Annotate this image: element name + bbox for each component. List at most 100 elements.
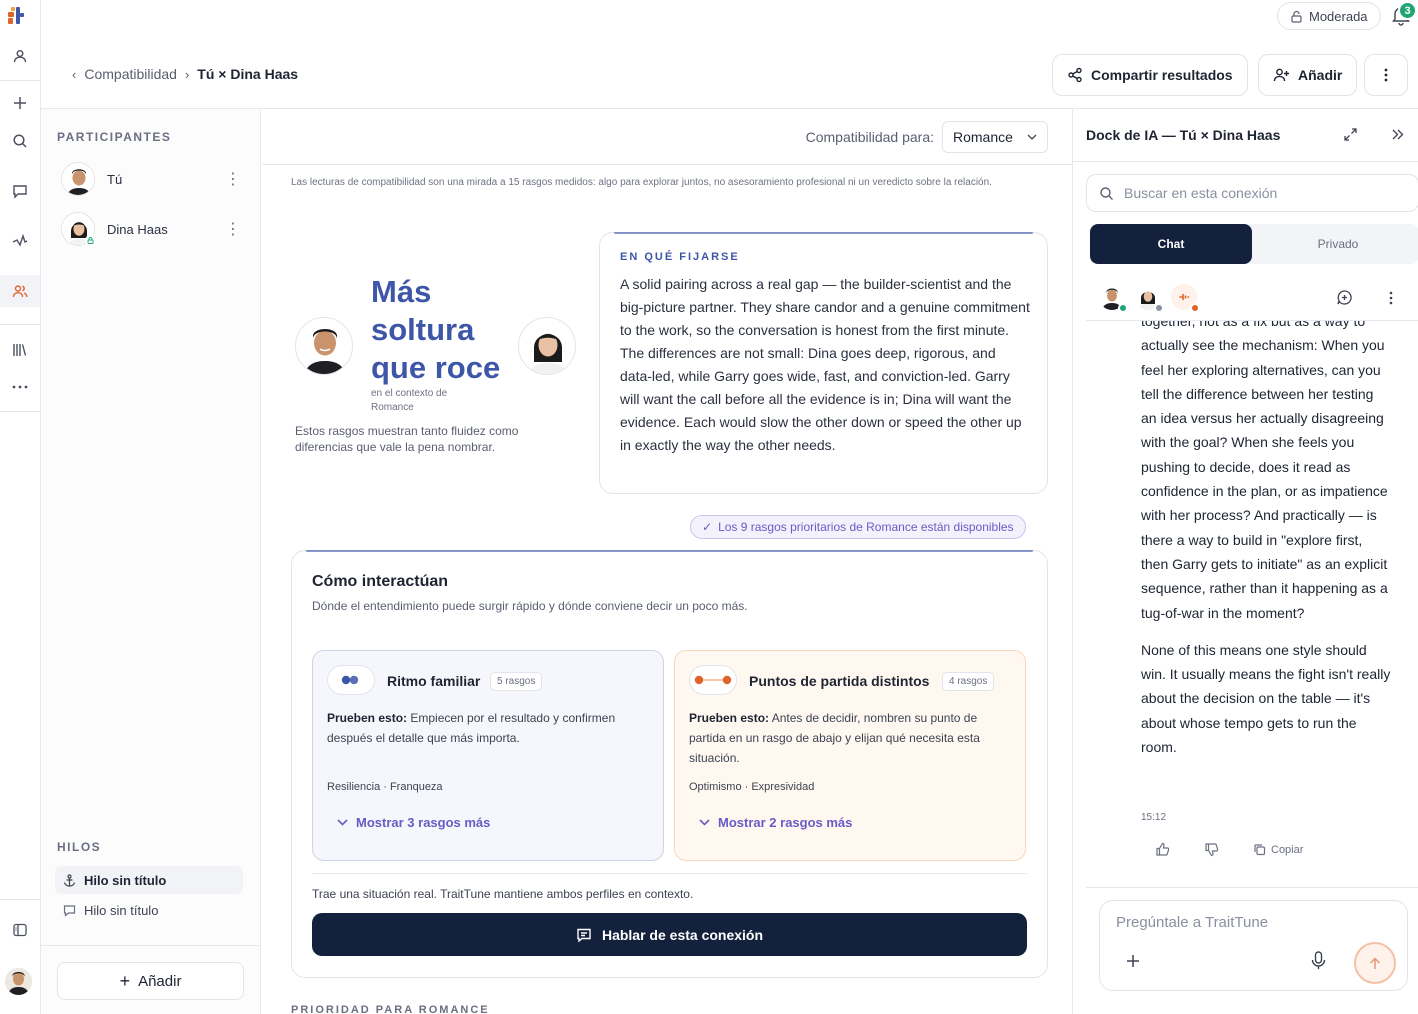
priority-chip-label: Los 9 rasgos prioritarios de Romance est… — [718, 520, 1014, 534]
moderation-label: Moderada — [1309, 8, 1368, 24]
card-traits: Optimismo · Expresividad — [689, 781, 815, 793]
try-label: Prueben esto: — [327, 711, 408, 725]
participant-row-you[interactable]: Tú ⋮ — [61, 162, 241, 196]
show-more-button[interactable]: Mostrar 3 rasgos más — [337, 815, 490, 830]
avatar-you — [295, 317, 353, 375]
add-thread-label: Añadir — [138, 972, 182, 990]
tab-private[interactable]: Privado — [1257, 224, 1418, 264]
new-icon[interactable] — [4, 87, 36, 119]
plus-icon: + — [119, 971, 131, 991]
more-icon[interactable] — [4, 371, 36, 403]
more-vertical-icon — [1384, 68, 1388, 82]
compat-context-value: Romance — [953, 129, 1013, 145]
card-badge: 4 rasgos — [942, 672, 995, 691]
thread-item[interactable]: Hilo sin título — [55, 896, 243, 924]
message-paragraph: together, not as a fix but as a way to a… — [1141, 321, 1388, 621]
chat-icon[interactable] — [4, 175, 36, 207]
sidebar-toggle-icon[interactable] — [4, 914, 36, 946]
avatar — [61, 162, 95, 196]
show-more-button[interactable]: Mostrar 2 rasgos más — [699, 815, 852, 830]
copy-button[interactable]: Copiar — [1253, 843, 1303, 856]
chat-scroll[interactable]: together, not as a fix but as a way to a… — [1073, 321, 1418, 887]
collapse-dock-icon[interactable] — [1392, 129, 1404, 140]
card-badge: 5 rasgos — [490, 672, 543, 691]
hero-context: en el contexto de Romance — [371, 388, 448, 413]
dock-composer[interactable]: Pregúntale a TraitTune — [1099, 900, 1408, 991]
card-traits: Resiliencia · Franqueza — [327, 781, 443, 793]
breadcrumb-parent[interactable]: Compatibilidad — [84, 66, 177, 82]
more-options-button[interactable] — [1364, 54, 1408, 96]
chevron-down-icon — [1027, 134, 1037, 140]
profile-icon[interactable] — [4, 40, 36, 72]
avatar-dina — [518, 317, 576, 375]
share-icon — [1068, 67, 1082, 83]
new-chat-icon[interactable] — [1336, 289, 1353, 306]
participants-heading: PARTICIPANTES — [57, 130, 172, 144]
arrow-up-icon — [1369, 956, 1381, 969]
chevron-down-icon — [699, 819, 710, 826]
pulse-icon[interactable] — [4, 225, 36, 257]
compat-context-select[interactable]: Romance — [942, 121, 1048, 153]
library-icon[interactable] — [4, 334, 36, 366]
more-vertical-icon[interactable] — [1389, 291, 1393, 305]
how-they-interact-card: Cómo interactúan Dónde el entendimiento … — [291, 550, 1048, 978]
app-rail — [0, 0, 41, 1014]
share-results-button[interactable]: Compartir resultados — [1052, 54, 1248, 96]
user-avatar[interactable] — [5, 968, 32, 995]
dock-search-placeholder: Buscar en esta conexión — [1124, 185, 1278, 201]
trait-card-different: Puntos de partida distintos 4 rasgos Pru… — [674, 650, 1026, 861]
lock-icon — [85, 235, 96, 246]
card-try-text: Prueben esto: Antes de decidir, nombren … — [689, 708, 1009, 768]
lock-icon — [1291, 10, 1302, 23]
copy-icon — [1254, 844, 1266, 856]
chevron-left-icon[interactable]: ‹ — [72, 67, 76, 82]
compat-for-label: Compatibilidad para: — [805, 129, 934, 145]
card-try-text: Prueben esto: Empiecen por el resultado … — [327, 708, 647, 748]
add-thread-button[interactable]: + Añadir — [57, 962, 244, 1000]
assistant-message: together, not as a fix but as a way to a… — [1141, 321, 1391, 759]
message-actions: Copiar — [1155, 842, 1303, 857]
search-icon[interactable] — [4, 125, 36, 157]
chevron-down-icon — [337, 819, 348, 826]
ai-dock: Dock de IA — Tú × Dina Haas Buscar en es… — [1072, 109, 1418, 1014]
talk-button-label: Hablar de esta conexión — [601, 926, 764, 943]
disclaimer-text: Las lecturas de compatibilidad son una m… — [291, 177, 992, 188]
thumbs-down-icon[interactable] — [1204, 842, 1219, 857]
plus-icon[interactable] — [1126, 954, 1140, 968]
show-more-label: Mostrar 2 rasgos más — [718, 815, 853, 830]
moderation-pill[interactable]: Moderada — [1277, 2, 1381, 30]
participant-name: Dina Haas — [107, 221, 168, 237]
breadcrumb-separator: › — [184, 66, 190, 82]
expand-icon[interactable] — [1343, 127, 1358, 142]
participant-row-dina[interactable]: Dina Haas ⋮ — [61, 212, 241, 246]
dock-tabs: Chat Privado — [1090, 224, 1418, 264]
more-vertical-icon[interactable]: ⋮ — [225, 169, 241, 189]
thumbs-up-icon[interactable] — [1155, 842, 1170, 857]
message-paragraph: None of this means one style should win.… — [1141, 641, 1391, 756]
threads-heading: HILOS — [57, 840, 102, 854]
thread-item[interactable]: Hilo sin título — [55, 866, 243, 894]
check-icon: ✓ — [702, 520, 713, 534]
microphone-icon[interactable] — [1311, 951, 1326, 970]
avatar-dina — [1135, 284, 1164, 313]
add-person-button[interactable]: Añadir — [1258, 54, 1358, 96]
what-to-watch-card: EN QUÉ FIJARSE A solid pairing across a … — [599, 232, 1048, 494]
message-icon — [577, 928, 591, 942]
breadcrumb-current: Tú × Dina Haas — [197, 66, 299, 82]
notification-badge: 3 — [1398, 1, 1417, 20]
compatibility-main: Compatibilidad para: Romance Las lectura… — [262, 109, 1072, 1014]
card-title: Puntos de partida distintos — [749, 673, 930, 689]
copy-label: Copiar — [1271, 843, 1304, 856]
tab-chat[interactable]: Chat — [1090, 224, 1252, 264]
anchor-icon — [63, 873, 76, 887]
connections-icon[interactable] — [0, 275, 40, 307]
dot-line-dot-icon — [689, 665, 737, 695]
more-vertical-icon[interactable]: ⋮ — [225, 219, 241, 239]
app-logo[interactable] — [8, 7, 24, 24]
participant-name: Tú — [107, 171, 123, 187]
talk-about-connection-button[interactable]: Hablar de esta conexión — [312, 913, 1027, 956]
hero-title: Más soltura que roce — [371, 274, 501, 385]
watch-heading: EN QUÉ FIJARSE — [620, 251, 740, 263]
dock-search-input[interactable]: Buscar en esta conexión — [1086, 174, 1418, 212]
send-button[interactable] — [1354, 942, 1396, 984]
